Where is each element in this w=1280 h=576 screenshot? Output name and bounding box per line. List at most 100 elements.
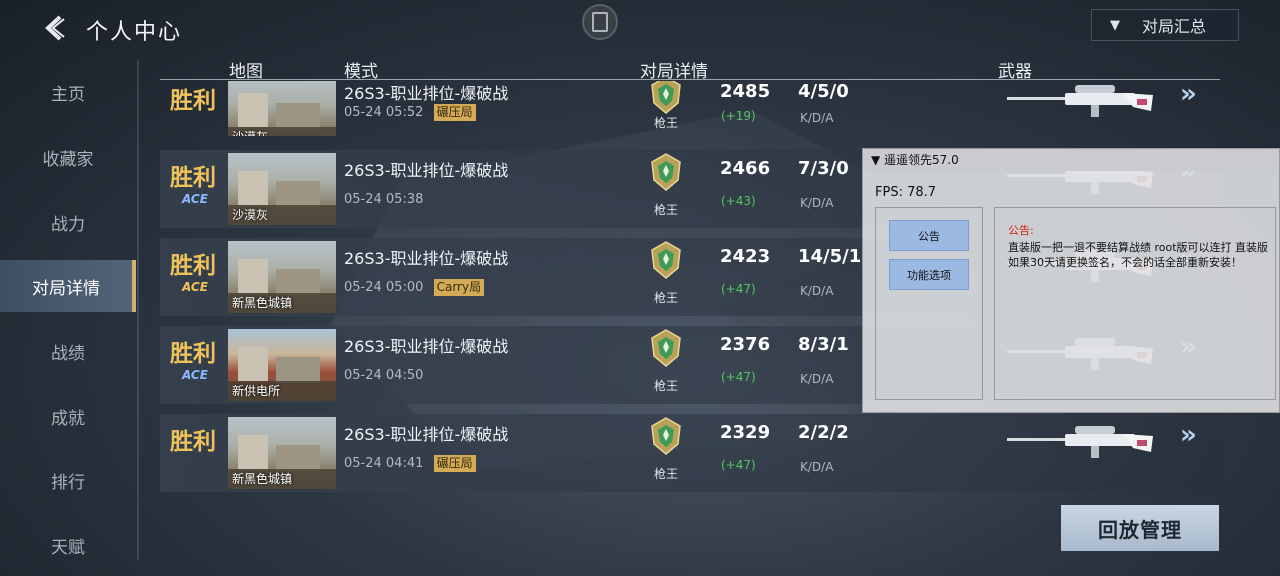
match-result: 胜利 xyxy=(170,340,216,367)
match-result: 胜利 xyxy=(170,428,216,455)
ace-badge: ACE xyxy=(182,368,208,382)
match-time: 05-24 04:41 xyxy=(344,456,424,471)
score-delta: (+47) xyxy=(721,282,756,296)
map-thumbnail: 新黑色城镇 xyxy=(228,417,336,489)
notice-button[interactable]: 公告 xyxy=(889,220,969,251)
rank-name: 枪王 xyxy=(654,291,679,305)
map-name: 新黑色城镇 xyxy=(232,472,293,486)
rank-score: 2329 xyxy=(720,422,771,443)
rank-score: 2376 xyxy=(720,334,771,355)
match-mode: 26S3-职业排位-爆破战 xyxy=(344,84,509,103)
match-result: 胜利 xyxy=(170,164,216,191)
sidebar-item-label: 对局详情 xyxy=(32,278,100,299)
match-time: 05-24 05:52 xyxy=(344,105,424,120)
match-tag: 碾压局 xyxy=(433,455,476,472)
match-tag: Carry局 xyxy=(433,279,485,296)
overlay-menu-panel: 公告 功能选项 xyxy=(875,207,983,400)
score-delta: (+19) xyxy=(721,109,756,123)
sidebar-item-label: 天赋 xyxy=(51,537,85,558)
sidebar-divider xyxy=(137,60,139,560)
kda-label: K/D/A xyxy=(800,196,834,210)
expand-arrow-icon[interactable]: » xyxy=(1180,81,1197,109)
sidebar-item-label: 战力 xyxy=(51,214,85,235)
kda-value: 14/5/1 xyxy=(798,246,862,267)
match-time: 05-24 05:00 xyxy=(344,280,424,295)
kda-value: 8/3/1 xyxy=(798,334,849,355)
sidebar-item-talent[interactable]: 天赋 xyxy=(0,519,136,571)
header-divider xyxy=(160,79,1220,80)
center-menu-icon[interactable] xyxy=(582,4,618,40)
match-row[interactable]: 胜利 新黑色城镇 26S3-职业排位-爆破战 05-24 04:41 碾压局 枪… xyxy=(160,414,1220,492)
match-mode: 26S3-职业排位-爆破战 xyxy=(344,249,509,268)
sidebar-item-ranking[interactable]: 排行 xyxy=(0,454,136,506)
match-mode: 26S3-职业排位-爆破战 xyxy=(344,161,509,180)
match-mode: 26S3-职业排位-爆破战 xyxy=(344,337,509,356)
map-name: 新黑色城镇 xyxy=(232,296,293,310)
match-row[interactable]: 胜利 沙漠灰 26S3-职业排位-爆破战 05-24 05:52 碾压局 枪王 … xyxy=(160,81,1220,136)
overlay-content-panel: 公告: 直装版一把一退不要结算战绩 root版可以连打 直装版如果30天请更换签… xyxy=(994,207,1276,400)
score-delta: (+47) xyxy=(721,458,756,472)
kda-label: K/D/A xyxy=(800,372,834,386)
kda-value: 2/2/2 xyxy=(798,422,849,443)
match-tag: 碾压局 xyxy=(433,104,476,121)
fps-readout: FPS: 78.7 xyxy=(875,185,937,200)
expand-arrow-icon[interactable]: » xyxy=(1180,420,1197,450)
kda-label: K/D/A xyxy=(800,111,834,125)
map-thumbnail: 沙漠灰 xyxy=(228,153,336,225)
kda-value: 4/5/0 xyxy=(798,81,849,102)
ace-badge: ACE xyxy=(182,192,208,206)
notice-title: 公告: xyxy=(1008,224,1034,237)
sidebar-item-collector[interactable]: 收藏家 xyxy=(0,131,136,183)
match-time: 05-24 05:38 xyxy=(344,192,424,207)
cheat-menu-overlay: ▼ 遥遥领先57.0 FPS: 78.7 公告 功能选项 公告: 直装版一把一退… xyxy=(862,148,1280,413)
rank-name: 枪王 xyxy=(654,116,679,130)
sidebar-item-power[interactable]: 战力 xyxy=(0,196,136,248)
map-thumbnail: 新黑色城镇 xyxy=(228,241,336,313)
rank-name: 枪王 xyxy=(654,467,679,481)
match-time: 05-24 04:50 xyxy=(344,368,424,383)
sidebar-item-record[interactable]: 战绩 xyxy=(0,325,136,377)
rank-score: 2423 xyxy=(720,246,771,267)
sidebar: 主页 收藏家 战力 对局详情 战绩 成就 排行 天赋 xyxy=(0,60,136,576)
score-delta: (+47) xyxy=(721,370,756,384)
back-button[interactable] xyxy=(40,13,74,43)
match-result: 胜利 xyxy=(170,87,216,114)
kda-value: 7/3/0 xyxy=(798,158,849,179)
rank-score: 2485 xyxy=(720,81,771,102)
rank-emblem-icon xyxy=(651,417,681,455)
sidebar-item-label: 战绩 xyxy=(51,343,85,364)
rank-emblem-icon xyxy=(651,241,681,279)
match-summary-label: 对局汇总 xyxy=(1142,17,1207,36)
rank-name: 枪王 xyxy=(654,379,679,393)
sniper-rifle-icon xyxy=(1007,426,1153,458)
kda-label: K/D/A xyxy=(800,284,834,298)
rank-emblem-icon xyxy=(651,81,681,114)
sidebar-item-label: 成就 xyxy=(51,408,85,429)
rank-emblem-icon xyxy=(651,329,681,367)
sidebar-item-label: 排行 xyxy=(51,472,85,493)
match-result: 胜利 xyxy=(170,252,216,279)
map-name: 沙漠灰 xyxy=(232,208,269,222)
map-thumbnail: 新供电所 xyxy=(228,329,336,401)
page-title: 个人中心 xyxy=(86,20,183,45)
match-mode: 26S3-职业排位-爆破战 xyxy=(344,425,509,444)
overlay-title[interactable]: ▼ 遥遥领先57.0 xyxy=(863,149,1279,171)
rank-score: 2466 xyxy=(720,158,771,179)
features-button[interactable]: 功能选项 xyxy=(889,259,969,290)
map-thumbnail: 沙漠灰 xyxy=(228,81,336,136)
match-summary-button[interactable]: ▼ 对局汇总 xyxy=(1091,9,1239,41)
score-delta: (+43) xyxy=(721,194,756,208)
rank-name: 枪王 xyxy=(654,203,679,217)
sidebar-item-label: 收藏家 xyxy=(42,149,94,170)
sidebar-item-label: 主页 xyxy=(51,84,85,105)
sniper-rifle-icon xyxy=(1007,85,1153,117)
map-name: 沙漠灰 xyxy=(232,128,268,136)
ace-badge: ACE xyxy=(182,280,208,294)
notice-body: 直装版一把一退不要结算战绩 root版可以连打 直装版如果30天请更换签名，不会… xyxy=(1008,241,1269,269)
map-name: 新供电所 xyxy=(232,384,281,398)
sidebar-item-home[interactable]: 主页 xyxy=(0,66,136,118)
sidebar-item-match-details[interactable]: 对局详情 xyxy=(0,260,136,312)
replay-management-button[interactable]: 回放管理 xyxy=(1061,505,1219,551)
kda-label: K/D/A xyxy=(800,460,834,474)
sidebar-item-achievements[interactable]: 成就 xyxy=(0,390,136,442)
